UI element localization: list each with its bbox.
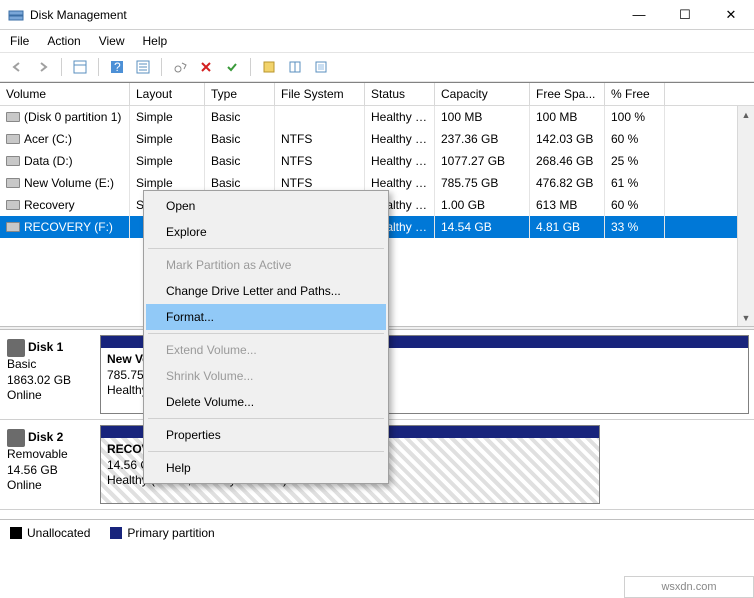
minimize-button[interactable]: —: [616, 0, 662, 29]
toolbar-icon-a[interactable]: [258, 56, 280, 78]
footer-credit: wsxdn.com: [624, 576, 754, 598]
svg-text:?: ?: [114, 60, 121, 74]
menu-item[interactable]: Explore: [146, 219, 386, 245]
menu-item[interactable]: Change Drive Letter and Paths...: [146, 278, 386, 304]
col-filesystem[interactable]: File System: [275, 83, 365, 105]
disk-info: Disk 2Removable14.56 GBOnline: [5, 425, 95, 504]
menu-help[interactable]: Help: [143, 34, 168, 48]
menu-item: Extend Volume...: [146, 337, 386, 363]
menu-view[interactable]: View: [99, 34, 125, 48]
col-layout[interactable]: Layout: [130, 83, 205, 105]
col-freespace[interactable]: Free Spa...: [530, 83, 605, 105]
volume-row[interactable]: (Disk 0 partition 1)SimpleBasicHealthy (…: [0, 106, 754, 128]
col-volume[interactable]: Volume: [0, 83, 130, 105]
toolbar-icon-c[interactable]: [310, 56, 332, 78]
menu-item[interactable]: Properties: [146, 422, 386, 448]
forward-button[interactable]: [32, 56, 54, 78]
legend-unallocated: Unallocated: [10, 526, 90, 540]
legend-primary: Primary partition: [110, 526, 214, 540]
menu-action[interactable]: Action: [47, 34, 80, 48]
volume-icon: [6, 222, 20, 232]
menu-item[interactable]: Delete Volume...: [146, 389, 386, 415]
menubar: File Action View Help: [0, 30, 754, 52]
menu-file[interactable]: File: [10, 34, 29, 48]
disk-icon: [7, 429, 25, 447]
menu-item: Mark Partition as Active: [146, 252, 386, 278]
back-button[interactable]: [6, 56, 28, 78]
col-status[interactable]: Status: [365, 83, 435, 105]
checkmark-icon[interactable]: [221, 56, 243, 78]
col-pctfree[interactable]: % Free: [605, 83, 665, 105]
maximize-button[interactable]: ☐: [662, 0, 708, 29]
volume-row[interactable]: Acer (C:)SimpleBasicNTFSHealthy (B...237…: [0, 128, 754, 150]
toolbar: ?: [0, 52, 754, 82]
window-title: Disk Management: [30, 8, 616, 22]
menu-item[interactable]: Format...: [146, 304, 386, 330]
menu-item: Shrink Volume...: [146, 363, 386, 389]
help-icon[interactable]: ?: [106, 56, 128, 78]
disk-info: Disk 1Basic1863.02 GBOnline: [5, 335, 95, 414]
delete-icon[interactable]: [195, 56, 217, 78]
volume-icon: [6, 134, 20, 144]
volume-icon: [6, 200, 20, 210]
toolbar-icon[interactable]: [69, 56, 91, 78]
app-icon: [8, 7, 24, 23]
close-button[interactable]: ✕: [708, 0, 754, 29]
menu-item[interactable]: Help: [146, 455, 386, 481]
menu-item[interactable]: Open: [146, 193, 386, 219]
disk-icon: [7, 339, 25, 357]
col-capacity[interactable]: Capacity: [435, 83, 530, 105]
toolbar-icon-b[interactable]: [284, 56, 306, 78]
volume-icon: [6, 178, 20, 188]
volume-row[interactable]: Data (D:)SimpleBasicNTFSHealthy (P...107…: [0, 150, 754, 172]
volume-icon: [6, 112, 20, 122]
grid-header: Volume Layout Type File System Status Ca…: [0, 83, 754, 106]
volume-icon: [6, 156, 20, 166]
grid-scrollbar[interactable]: ▲ ▼: [737, 106, 754, 326]
titlebar: Disk Management — ☐ ✕: [0, 0, 754, 30]
settings-icon[interactable]: [132, 56, 154, 78]
context-menu: OpenExplore Mark Partition as ActiveChang…: [143, 190, 389, 484]
refresh-icon[interactable]: [169, 56, 191, 78]
col-type[interactable]: Type: [205, 83, 275, 105]
legend: Unallocated Primary partition: [0, 520, 754, 546]
